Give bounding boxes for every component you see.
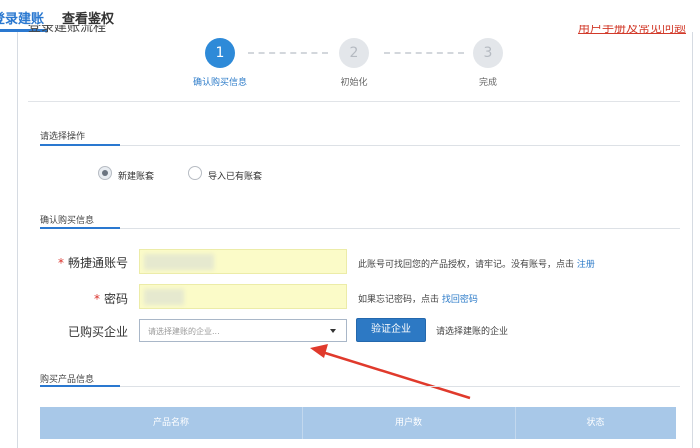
required-mark: * bbox=[93, 292, 100, 306]
panel-border-left bbox=[17, 32, 18, 448]
product-table-header: 产品名称 用户数 状态 bbox=[40, 407, 676, 439]
password-hint-text: 如果忘记密码，点击 bbox=[358, 295, 440, 305]
step-connector bbox=[248, 52, 328, 54]
stepper-divider bbox=[28, 101, 680, 102]
panel-title: 登录建账流程 bbox=[28, 25, 107, 35]
redacted-value bbox=[144, 254, 214, 270]
verify-company-button[interactable]: 验证企业 bbox=[356, 318, 426, 342]
step-1-label: 确认购买信息 bbox=[192, 78, 247, 88]
password-hint: 如果忘记密码，点击 找回密码 bbox=[358, 292, 478, 305]
company-hint: 请选择建账的企业 bbox=[436, 327, 509, 337]
section-title-operation: 请选择操作 bbox=[40, 132, 86, 142]
radio-label-import: 导入已有账套 bbox=[208, 172, 263, 182]
step-3-circle: 3 bbox=[473, 38, 503, 68]
arrow-head bbox=[310, 344, 328, 358]
section-title-product: 购买产品信息 bbox=[40, 375, 95, 385]
step-2-circle: 2 bbox=[339, 38, 369, 68]
required-mark: * bbox=[57, 256, 64, 270]
redacted-value bbox=[144, 289, 184, 305]
panel-border-right bbox=[692, 32, 693, 448]
register-link[interactable]: 注册 bbox=[577, 260, 595, 270]
section-divider bbox=[40, 228, 680, 229]
section-divider bbox=[40, 386, 680, 387]
account-label: * 畅捷通账号 bbox=[28, 254, 128, 271]
section-accent bbox=[40, 227, 120, 229]
column-header-product-name: 产品名称 bbox=[152, 418, 189, 428]
column-header-user-count: 用户数 bbox=[394, 418, 422, 428]
radio-label-new: 新建账套 bbox=[118, 172, 155, 182]
section-title-purchase: 确认购买信息 bbox=[40, 216, 95, 226]
step-3-label: 完成 bbox=[478, 78, 497, 88]
company-label: 已购买企业 bbox=[67, 325, 128, 339]
password-label: * 密码 bbox=[28, 290, 128, 307]
password-input[interactable] bbox=[139, 284, 347, 309]
step-2-label: 初始化 bbox=[340, 78, 368, 88]
section-accent bbox=[40, 144, 120, 146]
account-input[interactable] bbox=[139, 249, 347, 274]
radio-new-account-set[interactable] bbox=[98, 166, 112, 180]
column-header-status: 状态 bbox=[586, 418, 605, 428]
recover-password-link[interactable]: 找回密码 bbox=[442, 295, 478, 305]
step-1-circle: 1 bbox=[205, 38, 235, 68]
chevron-down-icon bbox=[330, 329, 336, 333]
account-hint: 此账号可找回您的产品授权，请牢记。没有账号，点击 注册 bbox=[358, 257, 595, 270]
section-accent bbox=[40, 385, 120, 387]
help-link[interactable]: 用户手册及常见问题 bbox=[578, 25, 686, 35]
account-hint-text: 此账号可找回您的产品授权，请牢记。没有账号，点击 bbox=[358, 260, 575, 270]
company-select[interactable]: 请选择建账的企业... bbox=[139, 319, 347, 342]
section-divider bbox=[40, 145, 680, 146]
password-label-text: 密码 bbox=[103, 292, 128, 306]
account-label-text: 畅捷通账号 bbox=[67, 256, 128, 270]
step-connector bbox=[384, 52, 464, 54]
company-select-placeholder: 请选择建账的企业... bbox=[148, 327, 220, 336]
radio-import-account-set[interactable] bbox=[188, 166, 202, 180]
arrow-shaft bbox=[321, 350, 471, 400]
